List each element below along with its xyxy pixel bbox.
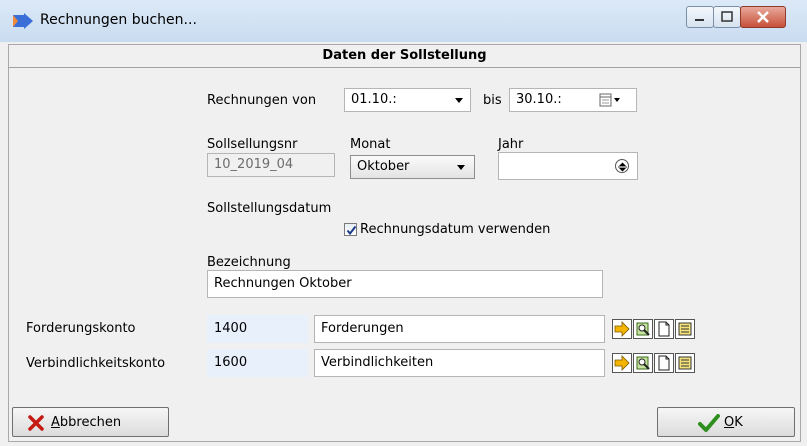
cancel-label: Abbrechen (51, 415, 122, 430)
year-spin-icon[interactable] (615, 159, 629, 173)
new-document-icon (658, 321, 670, 337)
title-bar[interactable]: Rechnungen buchen... (0, 0, 807, 42)
to-label: bis (483, 93, 502, 108)
new-document-icon (658, 355, 670, 371)
to-date-value: 30.10.: (516, 92, 562, 107)
receivables-new-button[interactable] (654, 319, 674, 339)
description-input[interactable]: Rechnungen Oktober (207, 270, 603, 298)
payables-search-button[interactable] (633, 353, 653, 373)
dialog-window: Rechnungen buchen... Daten der Sollstell… (0, 0, 807, 446)
payables-account-label: Verbindlichkeitskonto (26, 356, 166, 371)
arrow-right-icon (614, 321, 630, 337)
arrow-right-icon (614, 355, 630, 371)
to-date-picker[interactable]: 30.10.: (509, 88, 637, 112)
sollstellungsnr-label: Sollsellungsnr (207, 137, 298, 152)
receivables-account-number[interactable]: 1400 (207, 315, 308, 343)
calendar-icon (599, 93, 620, 107)
month-label: Monat (350, 137, 391, 152)
edit-document-icon (678, 322, 692, 336)
from-date-picker[interactable]: 01.10.: (344, 88, 471, 112)
maximize-button[interactable] (713, 6, 741, 28)
payables-new-button[interactable] (654, 353, 674, 373)
search-book-icon (636, 322, 650, 336)
ok-button[interactable]: OK (657, 407, 795, 437)
receivables-account-name[interactable]: Forderungen (314, 315, 605, 343)
receivables-edit-button[interactable] (675, 319, 695, 339)
form-panel: Daten der Sollstellung Rechnungen von 01… (8, 44, 801, 442)
app-arrow-icon (13, 13, 33, 29)
close-icon (757, 11, 769, 23)
cancel-x-icon (28, 415, 44, 431)
payables-account-name[interactable]: Verbindlichkeiten (314, 349, 605, 377)
receivables-account-label: Forderungskonto (26, 321, 136, 336)
cancel-button[interactable]: Abbrechen (12, 407, 169, 437)
receivables-goto-button[interactable] (612, 319, 632, 339)
edit-document-icon (678, 356, 692, 370)
sollstellungsnr-field[interactable]: 10_2019_04 (207, 153, 335, 177)
month-value: Oktober (357, 159, 410, 174)
use-invoice-date-label[interactable]: Rechnungsdatum verwenden (360, 222, 550, 237)
section-title: Daten der Sollstellung (9, 45, 800, 68)
payables-edit-button[interactable] (675, 353, 695, 373)
maximize-icon (721, 11, 733, 22)
sollstellungsdatum-label: Sollstellungsdatum (207, 201, 332, 216)
use-invoice-date-checkbox[interactable] (344, 223, 357, 236)
minimize-icon (695, 19, 704, 21)
from-date-dropdown-icon (455, 98, 463, 103)
close-button[interactable] (740, 6, 786, 28)
description-label: Bezeichnung (207, 255, 291, 270)
payables-goto-button[interactable] (612, 353, 632, 373)
from-label: Rechnungen von (207, 93, 317, 108)
year-label: Jahr (498, 137, 524, 152)
search-book-icon (636, 356, 650, 370)
receivables-search-button[interactable] (633, 319, 653, 339)
year-spinner[interactable] (498, 152, 638, 180)
ok-label: OK (724, 415, 743, 430)
month-dropdown-icon (457, 165, 465, 170)
from-date-value: 01.10.: (351, 92, 397, 107)
minimize-button[interactable] (686, 6, 714, 28)
check-icon (346, 225, 357, 236)
month-select[interactable]: Oktober (350, 155, 475, 179)
checkmark-icon (698, 414, 720, 432)
payables-account-number[interactable]: 1600 (207, 349, 308, 377)
window-title: Rechnungen buchen... (40, 12, 197, 28)
